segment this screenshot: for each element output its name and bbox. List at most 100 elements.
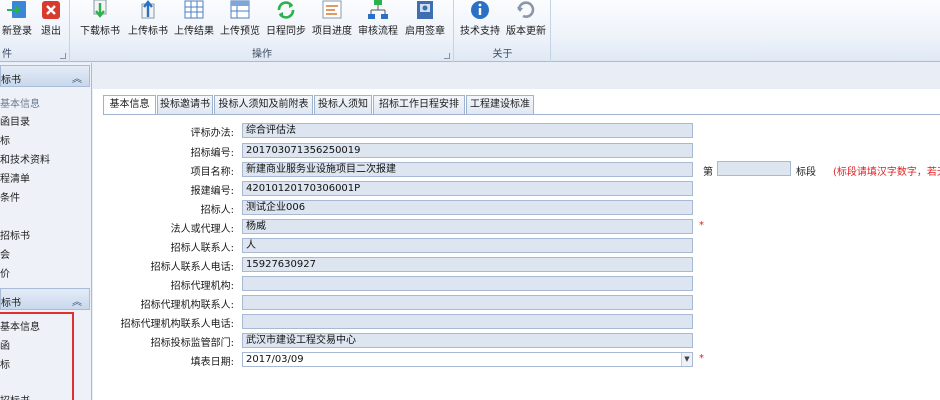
label-tender-no: 招标编号:	[190, 148, 234, 159]
eval-method-field[interactable]: 综合评估法	[242, 123, 693, 138]
tab-basic-info[interactable]: 基本信息	[103, 95, 156, 115]
update-icon	[517, 1, 535, 18]
required-marker: *	[699, 220, 704, 231]
label-contact: 招标人联系人:	[170, 243, 234, 254]
enable-seal-label: 启用签章	[405, 26, 445, 37]
grid-icon	[184, 0, 204, 19]
exit-label: 退出	[41, 26, 61, 37]
agency-contact-field[interactable]	[242, 295, 693, 310]
sidebar-item[interactable]: 函目录	[0, 113, 30, 128]
sidebar-item[interactable]: 条件	[0, 189, 20, 204]
agency-field[interactable]	[242, 276, 693, 291]
schedule-sync-button[interactable]: 日程同步	[263, 0, 309, 44]
tab-instructions[interactable]: 投标人须知	[314, 95, 372, 114]
project-progress-label: 项目进度	[312, 26, 352, 37]
tender-no-field[interactable]: 201703071356250019	[242, 143, 693, 158]
tab-divider	[103, 114, 940, 115]
tech-support-button[interactable]: 技术支持	[457, 0, 503, 44]
download-icon	[93, 0, 107, 18]
group-label-actions: 操作	[252, 49, 272, 60]
group-expand-icon[interactable]	[444, 53, 450, 59]
label-fill-date: 填表日期:	[190, 357, 234, 368]
label-agency-contact-phone: 招标代理机构联系人电话:	[120, 319, 234, 330]
fill-date-value: 2017/03/09	[246, 354, 304, 365]
registration-no-field[interactable]: 42010120170306001P	[242, 181, 693, 196]
close-icon	[42, 1, 60, 19]
section-number-field[interactable]	[717, 161, 791, 176]
tab-schedule[interactable]: 招标工作日程安排	[373, 95, 465, 114]
tenderer-field[interactable]: 测试企业006	[242, 200, 693, 215]
sidebar-item[interactable]: 会	[0, 246, 10, 261]
label-tenderer: 招标人:	[200, 205, 234, 216]
sidebar-item[interactable]: 基本信息	[0, 95, 40, 110]
upload-preview-label: 上传预览	[220, 26, 260, 37]
table-icon	[230, 0, 250, 19]
chevron-up-icon[interactable]: ︽	[72, 70, 82, 85]
upload-result-label: 上传结果	[174, 26, 214, 37]
info-icon	[471, 1, 489, 19]
sidebar-section-title: 标书	[1, 75, 21, 86]
label-project-name: 项目名称:	[190, 167, 234, 178]
group-expand-icon[interactable]	[60, 53, 66, 59]
sidebar-section-header[interactable]: 标书 ︽	[0, 65, 90, 87]
section-note: (标段请填汉字数字，若无	[833, 167, 940, 178]
download-bid-button[interactable]: 下载标书	[77, 0, 123, 44]
label-contact-phone: 招标人联系人电话:	[150, 262, 234, 273]
agency-contact-phone-field[interactable]	[242, 314, 693, 329]
seal-icon	[417, 1, 433, 19]
project-progress-button[interactable]: 项目进度	[309, 0, 355, 44]
upload-preview-button[interactable]: 上传预览	[217, 0, 263, 44]
sidebar-item[interactable]: 价	[0, 265, 10, 280]
contact-field[interactable]: 人	[242, 238, 693, 253]
label-eval-method: 评标办法:	[190, 128, 234, 139]
sidebar: 标书 ︽ 基本信息 函目录 标 和技术资料 程清单 条件 招标书 会 价 标书 …	[0, 63, 92, 400]
sidebar-item[interactable]: 和技术资料	[0, 151, 50, 166]
review-workflow-label: 审核流程	[358, 26, 398, 37]
tab-instructions-appendix[interactable]: 投标人须知及前附表	[214, 95, 313, 114]
highlight-box	[0, 312, 74, 400]
schedule-sync-label: 日程同步	[266, 26, 306, 37]
review-workflow-button[interactable]: 审核流程	[355, 0, 401, 44]
upload-bid-button[interactable]: 上传标书	[125, 0, 171, 44]
legal-rep-field[interactable]: 杨威	[242, 219, 693, 234]
group-label-file: 件	[2, 49, 12, 60]
label-registration-no: 报建编号:	[190, 186, 234, 197]
group-label-about: 关于	[492, 49, 513, 60]
fill-date-field[interactable]: 2017/03/09 ▼	[242, 352, 693, 367]
contact-phone-field[interactable]: 15927630927	[242, 257, 693, 272]
chevron-down-icon[interactable]: ▼	[681, 353, 692, 366]
sidebar-item[interactable]: 程清单	[0, 170, 30, 185]
section-prefix: 第	[703, 167, 713, 178]
upload-result-button[interactable]: 上传结果	[171, 0, 217, 44]
label-agency-contact: 招标代理机构联系人:	[140, 300, 234, 311]
upload-bid-label: 上传标书	[128, 26, 168, 37]
enable-seal-button[interactable]: 启用签章	[401, 0, 449, 44]
version-update-label: 版本更新	[506, 26, 546, 37]
login-icon	[7, 1, 26, 18]
sidebar-section-title: 标书	[1, 298, 21, 309]
tab-invitation[interactable]: 投标邀请书	[157, 95, 213, 114]
top-strip	[93, 63, 940, 89]
chevron-up-icon[interactable]: ︽	[72, 293, 82, 308]
sidebar-item[interactable]: 标	[0, 132, 10, 147]
tab-standards[interactable]: 工程建设标准	[466, 95, 534, 114]
workflow-icon	[368, 0, 388, 19]
sync-icon	[277, 1, 295, 19]
project-name-field[interactable]: 新建商业服务业设施项目二次报建	[242, 162, 693, 177]
progress-icon	[322, 0, 342, 19]
upload-icon	[141, 0, 155, 19]
sidebar-item[interactable]: 招标书	[0, 227, 30, 242]
download-bid-label: 下载标书	[80, 26, 120, 37]
main-panel: 基本信息 投标邀请书 投标人须知及前附表 投标人须知 招标工作日程安排 工程建设…	[93, 63, 940, 400]
relogin-button[interactable]: 新登录	[0, 0, 34, 44]
ribbon-group-actions: 下载标书 上传标书 上传结果 上传预览 日程同步 项目进度 审核流程 启用签章 …	[71, 0, 454, 62]
ribbon-group-file: 新登录 退出 件	[0, 0, 70, 62]
supervisor-field[interactable]: 武汉市建设工程交易中心	[242, 333, 693, 348]
version-update-button[interactable]: 版本更新	[503, 0, 549, 44]
ribbon-group-about: 技术支持 版本更新 关于	[455, 0, 551, 62]
sidebar-section-header[interactable]: 标书 ︽	[0, 288, 90, 310]
section-suffix: 标段	[796, 167, 816, 178]
relogin-label: 新登录	[2, 26, 32, 37]
tech-support-label: 技术支持	[460, 26, 500, 37]
exit-button[interactable]: 退出	[36, 0, 66, 44]
